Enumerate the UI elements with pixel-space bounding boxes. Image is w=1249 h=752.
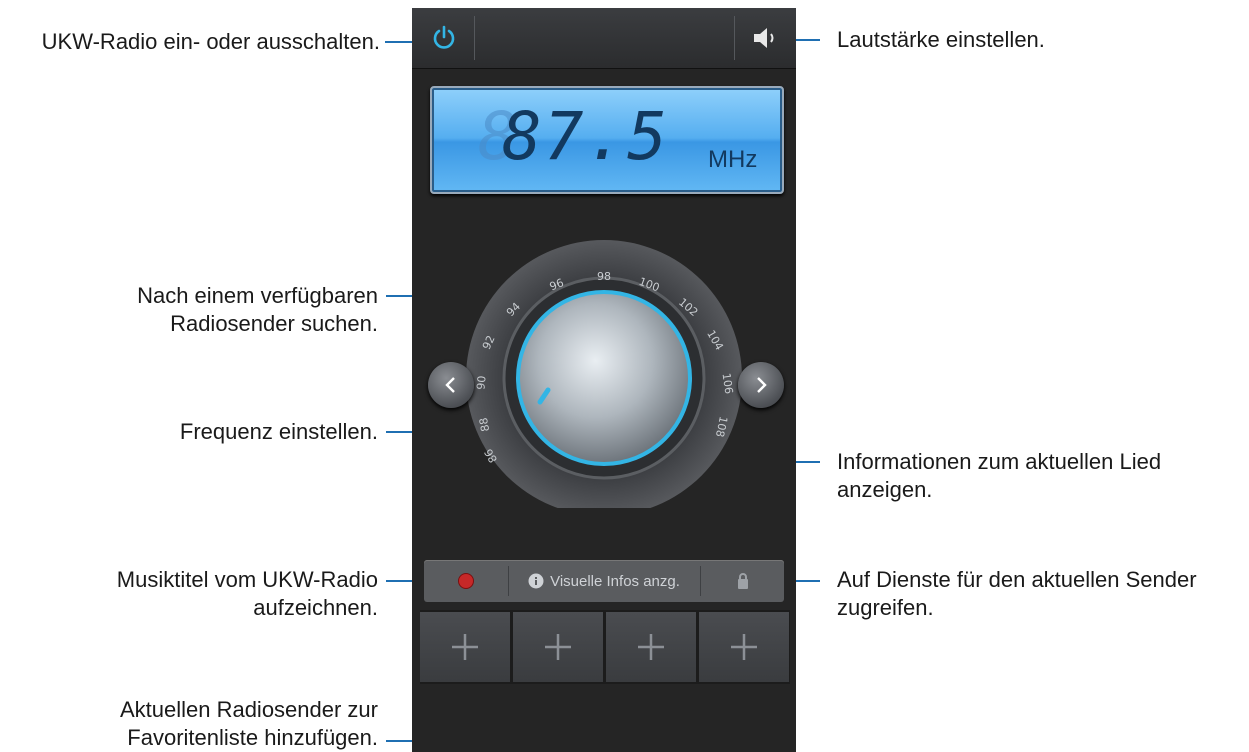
favorites-bar bbox=[420, 610, 790, 684]
dial-tick-label: 88 bbox=[477, 417, 492, 433]
action-bar: Visuelle Infos anzg. bbox=[424, 560, 784, 602]
divider bbox=[734, 16, 735, 60]
record-icon bbox=[458, 573, 474, 589]
callout-record: Musiktitel vom UKW-Radio aufzeichnen. bbox=[116, 567, 378, 620]
callout-power: UKW-Radio ein- oder ausschalten. bbox=[41, 29, 380, 54]
visual-info-button[interactable]: Visuelle Infos anzg. bbox=[509, 560, 699, 602]
chevron-right-icon bbox=[757, 377, 767, 393]
plus-icon bbox=[545, 634, 571, 660]
plus-icon bbox=[731, 634, 757, 660]
callout-search: Nach einem verfügbaren Radiosender suche… bbox=[137, 283, 378, 336]
dial-tick-label: 90 bbox=[474, 375, 488, 390]
callout-tune: Frequenz einstellen. bbox=[179, 419, 378, 444]
station-services-button[interactable] bbox=[701, 560, 784, 602]
tuning-knob[interactable] bbox=[516, 290, 692, 466]
top-bar bbox=[412, 8, 796, 69]
frequency-unit: MHz bbox=[708, 146, 758, 173]
chevron-left-icon bbox=[445, 377, 455, 393]
speaker-icon bbox=[754, 28, 774, 48]
callout-favorites: Aktuellen Radiosender zur Favoritenliste… bbox=[119, 697, 378, 750]
lock-icon bbox=[737, 573, 748, 589]
fm-radio-screen: 8 87.5 MHz 86 88 90 92 94 96 98 100 102 … bbox=[412, 8, 796, 752]
callout-song-info: Informationen zum aktuellen Lied anzeige… bbox=[837, 449, 1162, 502]
visual-info-label: Visuelle Infos anzg. bbox=[550, 572, 680, 590]
plus-icon bbox=[638, 634, 664, 660]
info-icon bbox=[528, 573, 544, 589]
dial-tick-label: 98 bbox=[597, 270, 611, 283]
tuning-dial-area: 86 88 90 92 94 96 98 100 102 104 106 108 bbox=[412, 238, 796, 516]
add-favorite-button[interactable] bbox=[699, 612, 789, 682]
plus-icon bbox=[452, 634, 478, 660]
frequency-value: 87.5 bbox=[502, 98, 669, 175]
add-favorite-button[interactable] bbox=[513, 612, 603, 682]
record-button[interactable] bbox=[424, 560, 508, 602]
power-button[interactable] bbox=[414, 8, 474, 68]
search-next-button[interactable] bbox=[738, 362, 784, 408]
power-icon bbox=[433, 25, 455, 49]
frequency-display: 8 87.5 MHz bbox=[430, 86, 784, 194]
callout-services: Auf Dienste für den aktuellen Sender zug… bbox=[837, 567, 1197, 620]
search-previous-button[interactable] bbox=[428, 362, 474, 408]
add-favorite-button[interactable] bbox=[420, 612, 510, 682]
volume-button[interactable] bbox=[736, 8, 796, 68]
callout-volume: Lautstärke einstellen. bbox=[837, 27, 1045, 52]
divider bbox=[474, 16, 475, 60]
add-favorite-button[interactable] bbox=[606, 612, 696, 682]
